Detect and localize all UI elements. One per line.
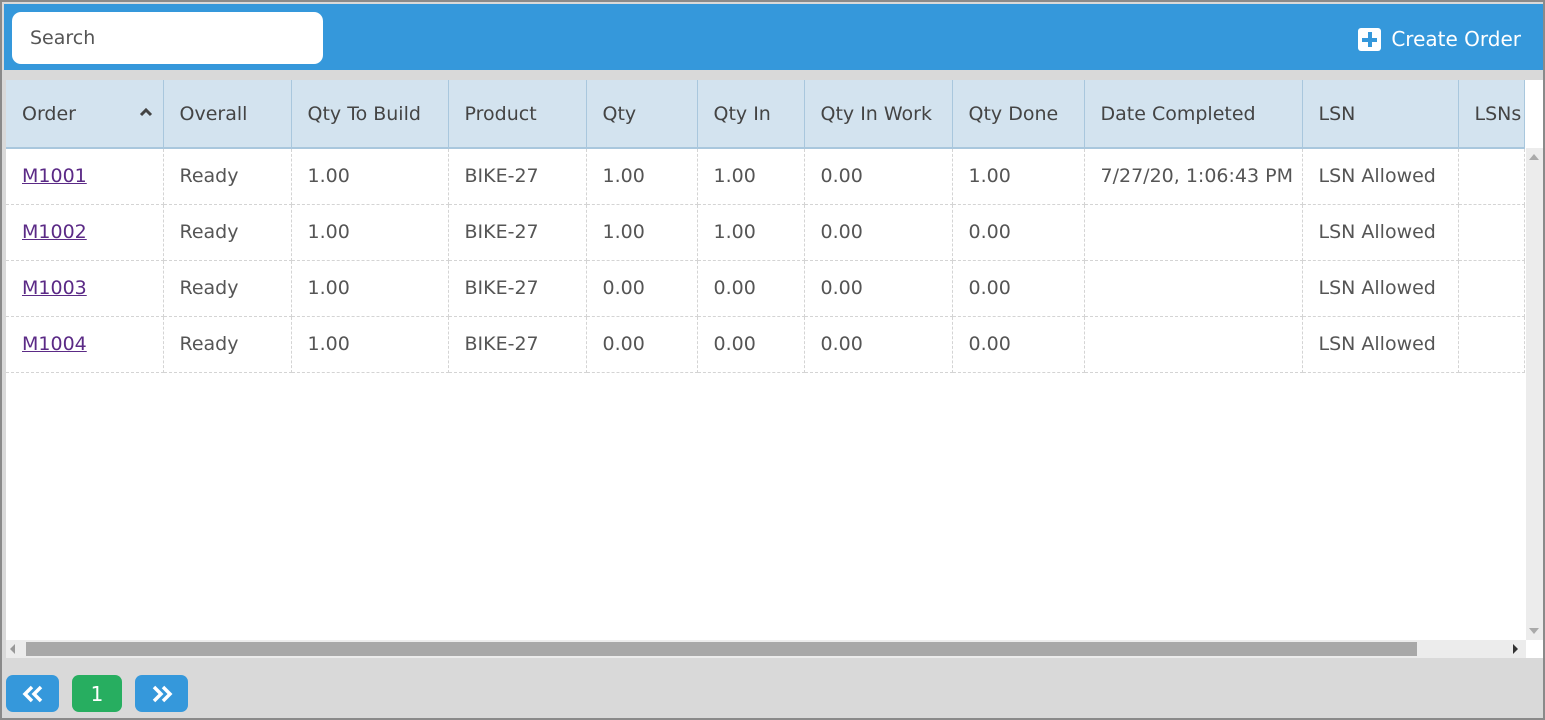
table-header-row: Order Overall Qty To Build Product Qty Qty In… <box>6 80 1525 149</box>
column-header-label: Qty Done <box>968 102 1059 125</box>
cell-qty-in: 0.00 <box>697 316 805 373</box>
pagination: 1 <box>6 675 188 712</box>
cell-overall: Ready <box>163 260 292 317</box>
cell-qty-in-work: 0.00 <box>804 260 953 317</box>
column-header-label: Product <box>464 102 537 125</box>
column-header-lsns[interactable]: LSNs <box>1458 80 1525 149</box>
cell-order: M1001 <box>6 148 164 205</box>
order-link[interactable]: M1002 <box>22 221 87 243</box>
column-header-overall[interactable]: Overall <box>163 80 292 149</box>
column-header-qty-in[interactable]: Qty In <box>697 80 805 149</box>
cell-date-completed <box>1084 260 1303 317</box>
column-header-label: Qty <box>602 102 637 125</box>
cell-date-completed <box>1084 316 1303 373</box>
cell-qty-to-build: 1.00 <box>291 316 449 373</box>
cell-lsns <box>1458 204 1525 261</box>
column-header-label: LSNs <box>1474 102 1522 125</box>
cell-lsns <box>1458 316 1525 373</box>
cell-qty: 0.00 <box>586 260 698 317</box>
cell-qty-in-work: 0.00 <box>804 148 953 205</box>
table-body: M1001 Ready 1.00 BIKE-27 1.00 1.00 0.00 1.00 7/2… <box>6 148 1525 373</box>
table-row[interactable]: M1003 Ready 1.00 BIKE-27 0.00 0.00 0.00 0.00 LSN… <box>6 260 1525 317</box>
scroll-up-icon[interactable] <box>1529 154 1539 160</box>
column-header-lsn[interactable]: LSN <box>1302 80 1459 149</box>
cell-overall: Ready <box>163 316 292 373</box>
column-header-qty-to-build[interactable]: Qty To Build <box>291 80 449 149</box>
cell-qty-done: 0.00 <box>952 260 1085 317</box>
vertical-scrollbar[interactable] <box>1526 148 1543 640</box>
column-header-label: Order <box>22 102 76 125</box>
plus-square-icon <box>1358 27 1382 51</box>
cell-date-completed <box>1084 204 1303 261</box>
cell-qty: 1.00 <box>586 204 698 261</box>
cell-qty-in-work: 0.00 <box>804 204 953 261</box>
cell-qty-to-build: 1.00 <box>291 148 449 205</box>
cell-qty-in: 0.00 <box>697 260 805 317</box>
toolbar: Create Order <box>4 4 1543 70</box>
cell-qty-to-build: 1.00 <box>291 204 449 261</box>
column-header-qty-in-work[interactable]: Qty In Work <box>804 80 953 149</box>
cell-lsn: LSN Allowed <box>1302 148 1459 205</box>
column-header-product[interactable]: Product <box>448 80 587 149</box>
create-order-label: Create Order <box>1391 27 1521 51</box>
cell-overall: Ready <box>163 148 292 205</box>
scroll-down-icon[interactable] <box>1529 628 1539 634</box>
cell-qty-in: 1.00 <box>697 148 805 205</box>
cell-qty-done: 1.00 <box>952 148 1085 205</box>
column-header-order[interactable]: Order <box>6 80 164 149</box>
search-input[interactable] <box>12 12 323 64</box>
table-row[interactable]: M1004 Ready 1.00 BIKE-27 0.00 0.00 0.00 0.00 LSN… <box>6 316 1525 373</box>
order-link[interactable]: M1004 <box>22 333 87 355</box>
column-header-qty[interactable]: Qty <box>586 80 698 149</box>
table-row[interactable]: M1001 Ready 1.00 BIKE-27 1.00 1.00 0.00 1.00 7/2… <box>6 148 1525 205</box>
previous-page-button[interactable] <box>6 675 59 712</box>
column-header-label: Date Completed <box>1100 102 1256 125</box>
double-chevron-left-icon <box>22 685 42 702</box>
horizontal-scrollbar[interactable] <box>6 640 1526 658</box>
cell-qty: 0.00 <box>586 316 698 373</box>
column-header-label: LSN <box>1318 102 1356 125</box>
horizontal-scroll-thumb[interactable] <box>26 642 1417 656</box>
cell-lsn: LSN Allowed <box>1302 204 1459 261</box>
cell-product: BIKE-27 <box>448 148 587 205</box>
column-header-qty-done[interactable]: Qty Done <box>952 80 1085 149</box>
cell-qty-done: 0.00 <box>952 316 1085 373</box>
cell-qty: 1.00 <box>586 148 698 205</box>
column-header-label: Qty To Build <box>307 102 421 125</box>
cell-order: M1002 <box>6 204 164 261</box>
cell-overall: Ready <box>163 204 292 261</box>
column-header-label: Overall <box>179 102 248 125</box>
current-page-number: 1 <box>90 681 104 706</box>
cell-product: BIKE-27 <box>448 260 587 317</box>
cell-qty-in-work: 0.00 <box>804 316 953 373</box>
orders-grid: Order Overall Qty To Build Product Qty Qty In… <box>6 80 1543 658</box>
orders-table: Order Overall Qty To Build Product Qty Qty In… <box>6 80 1525 373</box>
column-header-label: Qty In <box>713 102 771 125</box>
cell-product: BIKE-27 <box>448 204 587 261</box>
order-link[interactable]: M1003 <box>22 277 87 299</box>
app-frame: Create Order Order Overall Qty To Build Pro… <box>0 0 1545 720</box>
scroll-right-icon[interactable] <box>1513 644 1518 654</box>
cell-lsn: LSN Allowed <box>1302 316 1459 373</box>
double-chevron-right-icon <box>152 685 172 702</box>
create-order-button[interactable]: Create Order <box>1358 24 1521 54</box>
scroll-left-icon[interactable] <box>10 644 15 654</box>
cell-product: BIKE-27 <box>448 316 587 373</box>
cell-order: M1004 <box>6 316 164 373</box>
order-link[interactable]: M1001 <box>22 165 87 187</box>
cell-order: M1003 <box>6 260 164 317</box>
table-row[interactable]: M1002 Ready 1.00 BIKE-27 1.00 1.00 0.00 0.00 LSN… <box>6 204 1525 261</box>
page-button-current[interactable]: 1 <box>72 675 122 712</box>
cell-qty-to-build: 1.00 <box>291 260 449 317</box>
cell-lsns <box>1458 148 1525 205</box>
next-page-button[interactable] <box>135 675 188 712</box>
cell-date-completed: 7/27/20, 1:06:43 PM <box>1084 148 1303 205</box>
sort-ascending-icon[interactable] <box>139 105 153 119</box>
cell-lsn: LSN Allowed <box>1302 260 1459 317</box>
column-header-date-completed[interactable]: Date Completed <box>1084 80 1303 149</box>
cell-lsns <box>1458 260 1525 317</box>
column-header-label: Qty In Work <box>820 102 933 125</box>
cell-qty-in: 1.00 <box>697 204 805 261</box>
cell-qty-done: 0.00 <box>952 204 1085 261</box>
